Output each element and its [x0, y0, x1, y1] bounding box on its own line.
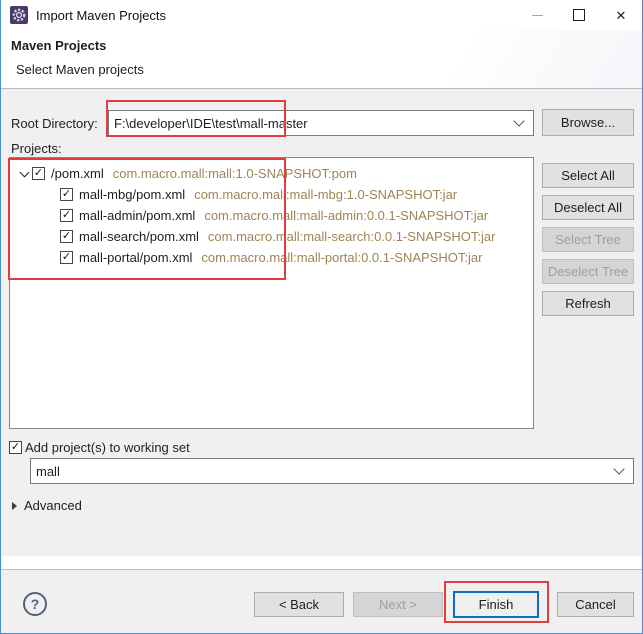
working-set-label: Add project(s) to working set: [25, 440, 190, 455]
tree-row-mall-mbg[interactable]: ✓ mall-mbg/pom.xml com.macro.mall:mall-m…: [10, 184, 533, 205]
tree-item-artifact: com.macro.mall:mall-mbg:1.0-SNAPSHOT:jar: [194, 187, 457, 202]
projects-label: Projects:: [11, 141, 62, 156]
chevron-down-icon[interactable]: [613, 463, 624, 474]
cancel-button[interactable]: Cancel: [557, 592, 634, 617]
working-set-row: ✓ Add project(s) to working set: [9, 440, 190, 455]
checkbox-mall-admin[interactable]: ✓: [60, 209, 73, 222]
tree-row-mall-admin[interactable]: ✓ mall-admin/pom.xml com.macro.mall:mall…: [10, 205, 533, 226]
maven-import-icon: [10, 6, 28, 24]
maximize-icon: [573, 9, 585, 21]
tree-item-label: mall-mbg/pom.xml: [79, 187, 185, 202]
expander-collapse-icon[interactable]: [16, 172, 32, 176]
checkbox-root-pom[interactable]: ✓: [32, 167, 45, 180]
import-maven-projects-dialog: Import Maven Projects ✕ Maven Projects S…: [0, 0, 643, 634]
tree-item-artifact: com.macro.mall:mall-portal:0.0.1-SNAPSHO…: [201, 250, 482, 265]
minimize-icon: [532, 15, 543, 16]
checkbox-mall-mbg[interactable]: ✓: [60, 188, 73, 201]
page-title: Maven Projects: [11, 38, 106, 53]
back-button[interactable]: < Back: [254, 592, 344, 617]
help-button[interactable]: ?: [23, 592, 47, 616]
deselect-tree-button: Deselect Tree: [542, 259, 634, 284]
minimize-button[interactable]: [516, 0, 558, 30]
refresh-button[interactable]: Refresh: [542, 291, 634, 316]
root-directory-label: Root Directory:: [11, 116, 98, 131]
tree-row-root-pom[interactable]: ✓ /pom.xml com.macro.mall:mall:1.0-SNAPS…: [10, 163, 533, 184]
working-set-combo[interactable]: mall: [30, 458, 634, 484]
tree-item-artifact: com.macro.mall:mall-search:0.0.1-SNAPSHO…: [208, 229, 496, 244]
browse-button[interactable]: Browse...: [542, 109, 634, 136]
tree-item-artifact: com.macro.mall:mall:1.0-SNAPSHOT:pom: [113, 166, 357, 181]
tree-item-label: mall-portal/pom.xml: [79, 250, 192, 265]
tree-item-artifact: com.macro.mall:mall-admin:0.0.1-SNAPSHOT…: [204, 208, 488, 223]
chevron-down-icon[interactable]: [513, 115, 524, 126]
finish-button[interactable]: Finish: [453, 591, 539, 618]
select-tree-button: Select Tree: [542, 227, 634, 252]
working-set-value: mall: [31, 464, 609, 479]
footer-spacer: [2, 556, 641, 569]
projects-tree[interactable]: ✓ /pom.xml com.macro.mall:mall:1.0-SNAPS…: [9, 157, 534, 429]
next-button: Next >: [353, 592, 443, 617]
tree-item-label: mall-search/pom.xml: [79, 229, 199, 244]
root-directory-value: F:\developer\IDE\test\mall-master: [109, 116, 509, 131]
deselect-all-button[interactable]: Deselect All: [542, 195, 634, 220]
tree-row-mall-portal[interactable]: ✓ mall-portal/pom.xml com.macro.mall:mal…: [10, 247, 533, 268]
checkbox-mall-portal[interactable]: ✓: [60, 251, 73, 264]
close-button[interactable]: ✕: [600, 0, 642, 30]
root-directory-combo[interactable]: F:\developer\IDE\test\mall-master: [108, 110, 534, 136]
advanced-label: Advanced: [24, 498, 82, 513]
maximize-button[interactable]: [558, 0, 600, 30]
expander-right-icon: [12, 502, 17, 510]
tree-item-label: /pom.xml: [51, 166, 104, 181]
title-bar: Import Maven Projects ✕: [1, 0, 642, 30]
close-icon: ✕: [616, 9, 627, 22]
working-set-checkbox[interactable]: ✓: [9, 441, 22, 454]
select-all-button[interactable]: Select All: [542, 163, 634, 188]
tree-item-label: mall-admin/pom.xml: [79, 208, 195, 223]
wizard-header: Maven Projects Select Maven projects: [1, 30, 642, 89]
tree-row-mall-search[interactable]: ✓ mall-search/pom.xml com.macro.mall:mal…: [10, 226, 533, 247]
advanced-expander[interactable]: Advanced: [12, 498, 82, 513]
help-icon: ?: [31, 596, 40, 612]
window-title: Import Maven Projects: [36, 8, 166, 23]
page-subtitle: Select Maven projects: [16, 62, 144, 77]
checkbox-mall-search[interactable]: ✓: [60, 230, 73, 243]
